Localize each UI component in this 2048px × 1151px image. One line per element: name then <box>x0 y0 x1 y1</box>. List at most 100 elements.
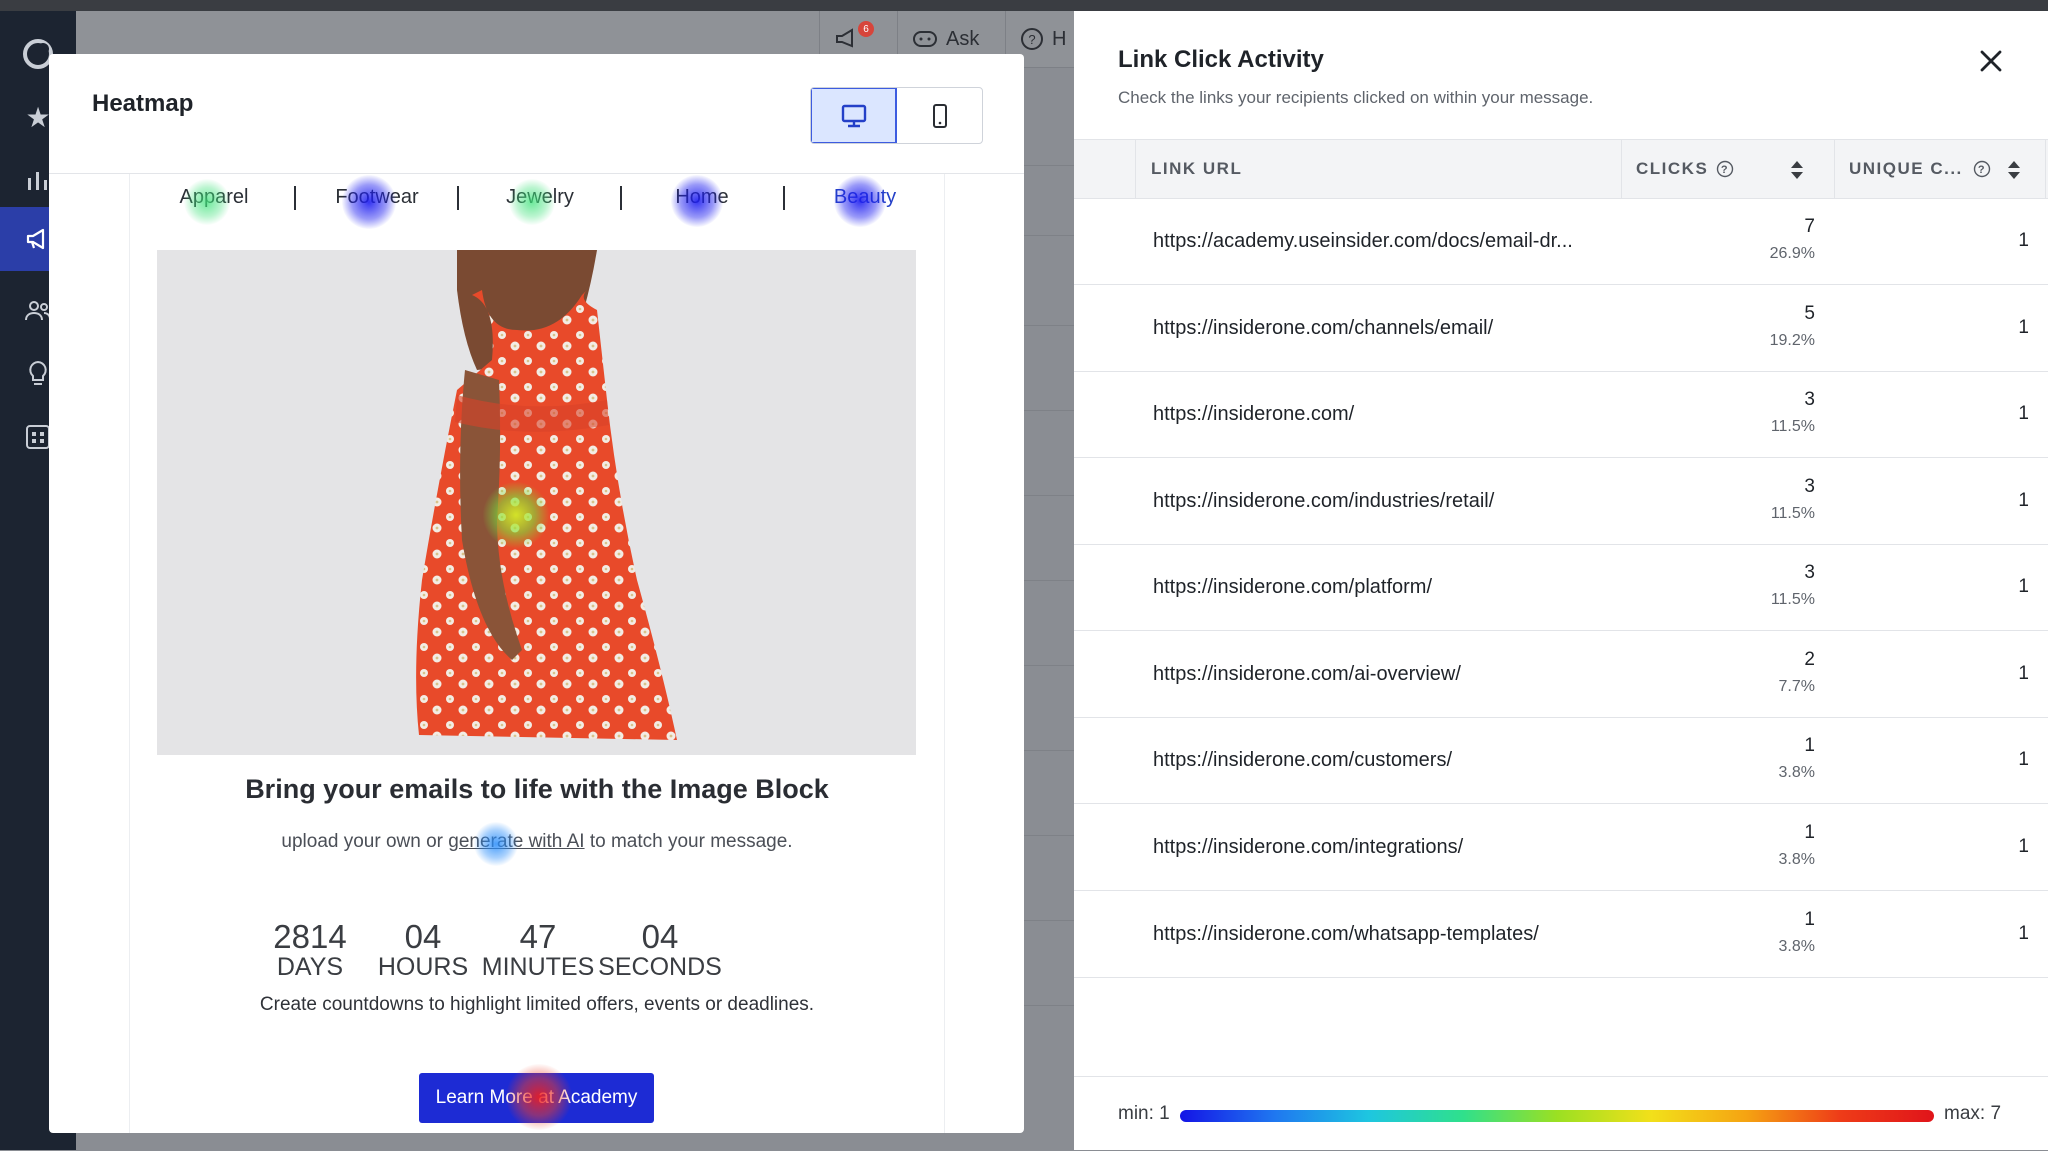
clicks-percent: 3.8% <box>1778 764 1815 781</box>
nav-link-home[interactable]: Home <box>621 186 783 209</box>
nav-link-apparel[interactable]: Apparel <box>133 186 295 209</box>
clicks-value: 7 <box>1804 216 1815 237</box>
unique-clicks: 1 <box>2018 403 2029 424</box>
sort-icon[interactable] <box>2007 160 2021 180</box>
table-row[interactable]: https://insiderone.com/whatsapp-template… <box>1074 891 2048 978</box>
column-unique-clicks[interactable]: UNIQUE C... ? <box>1849 140 1991 198</box>
clicks-value: 3 <box>1804 562 1815 583</box>
clicks-value: 1 <box>1804 735 1815 756</box>
clicks-percent: 19.2% <box>1769 332 1815 349</box>
background-row-divider <box>1022 920 1074 921</box>
clicks-percent: 3.8% <box>1778 851 1815 868</box>
table-row[interactable]: https://insiderone.com/ai-overview/ 2 7.7… <box>1074 631 2048 718</box>
help-label: H <box>1052 27 1067 50</box>
heatmap-title: Heatmap <box>92 90 194 117</box>
drawer-title: Link Click Activity <box>1118 46 1324 73</box>
subline-text-after: to match your message. <box>584 831 793 852</box>
desktop-icon <box>841 104 866 127</box>
countdown-value: 04 <box>404 918 442 955</box>
link-url[interactable]: https://insiderone.com/channels/email/ <box>1153 285 1493 371</box>
table-row[interactable]: https://insiderone.com/ 3 11.5% 1 <box>1074 371 2048 458</box>
click-count: 2 7.7% <box>1674 649 1815 697</box>
link-url[interactable]: https://insiderone.com/whatsapp-template… <box>1153 891 1539 977</box>
clicks-percent: 11.5% <box>1770 591 1815 608</box>
unique-clicks: 1 <box>2018 576 2029 597</box>
countdown-days: 2814 DAYS <box>250 920 370 981</box>
link-url[interactable]: https://insiderone.com/ai-overview/ <box>1153 631 1461 717</box>
unique-clicks: 1 <box>2018 663 2029 684</box>
legend-max-label: max: 7 <box>1944 1103 2002 1124</box>
table-row[interactable]: https://insiderone.com/industries/retail… <box>1074 458 2048 545</box>
close-button[interactable] <box>1974 44 2008 78</box>
mobile-icon <box>932 103 947 128</box>
clicks-value: 1 <box>1804 909 1815 930</box>
click-count: 1 3.8% <box>1674 822 1815 870</box>
subline-text-before: upload your own or <box>281 831 449 852</box>
email-subline: upload your own or generate with AI to m… <box>130 831 944 853</box>
table-row[interactable]: https://insiderone.com/customers/ 1 3.8% … <box>1074 717 2048 804</box>
link-url[interactable]: https://insiderone.com/ <box>1153 371 1354 457</box>
table-row[interactable]: https://insiderone.com/channels/email/ 5… <box>1074 285 2048 372</box>
clicks-percent: 26.9% <box>1769 245 1815 262</box>
unique-clicks: 1 <box>2018 230 2029 251</box>
column-link-url[interactable]: LINK URL <box>1151 140 1242 198</box>
background-row-divider <box>1022 410 1074 411</box>
link-url[interactable]: https://insiderone.com/customers/ <box>1153 717 1452 803</box>
help-icon: ? <box>1021 28 1043 50</box>
drawer-subtitle: Check the links your recipients clicked … <box>1118 88 1594 107</box>
megaphone-icon <box>836 28 853 48</box>
table-row[interactable]: https://academy.useinsider.com/docs/emai… <box>1074 198 2048 285</box>
email-headline: Bring your emails to life with the Image… <box>245 774 829 804</box>
chat-icon <box>913 31 937 47</box>
background-row-divider <box>1022 580 1074 581</box>
countdown-seconds: 04 SECONDS <box>590 920 730 981</box>
clicks-value: 2 <box>1804 649 1815 670</box>
countdown-minutes: 47 MINUTES <box>468 918 608 981</box>
generate-ai-link[interactable]: generate with AI <box>448 831 584 852</box>
unique-clicks: 1 <box>2018 490 2029 511</box>
heatmap-modal: Heatmap Apparel Footwear Jewelry Home Be… <box>49 54 1024 1133</box>
info-icon[interactable]: ? <box>1716 160 1734 178</box>
table-row[interactable]: https://insiderone.com/integrations/ 1 3.… <box>1074 804 2048 891</box>
nav-link-jewelry[interactable]: Jewelry <box>459 186 621 209</box>
click-count: 7 26.9% <box>1674 216 1815 264</box>
clicks-percent: 3.8% <box>1778 938 1815 955</box>
column-divider <box>1135 140 1136 198</box>
dress-photo <box>157 250 916 755</box>
table-header: LINK URL CLICKS ? UNIQUE C... ? <box>1074 139 2048 199</box>
link-url[interactable]: https://academy.useinsider.com/docs/emai… <box>1153 198 1573 284</box>
info-icon[interactable]: ? <box>1973 160 1991 178</box>
column-unique-label: UNIQUE C... <box>1849 159 1963 178</box>
background-row-divider <box>1022 235 1074 236</box>
unique-clicks: 1 <box>2018 836 2029 857</box>
background-row-divider <box>1022 495 1074 496</box>
clicks-percent: 7.7% <box>1778 678 1815 695</box>
countdown-label: HOURS <box>377 953 469 981</box>
clicks-value: 5 <box>1804 303 1815 324</box>
clicks-value: 3 <box>1804 476 1815 497</box>
column-clicks[interactable]: CLICKS ? <box>1636 140 1734 198</box>
close-icon <box>1980 50 2002 72</box>
product-image[interactable] <box>157 250 916 755</box>
column-divider <box>2045 140 2046 198</box>
click-count: 1 3.8% <box>1674 735 1815 783</box>
countdown-hours: 04 HOURS <box>363 918 483 981</box>
clicks-value: 1 <box>1804 822 1815 843</box>
desktop-view-button[interactable] <box>811 88 897 143</box>
heatmap-header: Heatmap <box>49 54 1024 174</box>
device-view-toggle <box>810 87 983 144</box>
sort-icon[interactable] <box>1790 160 1804 180</box>
learn-more-button[interactable]: Learn More at Academy <box>419 1073 654 1123</box>
link-url[interactable]: https://insiderone.com/integrations/ <box>1153 804 1463 890</box>
click-count: 3 11.5% <box>1674 476 1815 524</box>
window-top-strip <box>0 0 2048 11</box>
email-nav: Apparel Footwear Jewelry Home Beauty <box>130 174 944 234</box>
nav-link-footwear[interactable]: Footwear <box>296 186 458 209</box>
countdown-value: 47 <box>519 918 557 955</box>
mobile-view-button[interactable] <box>897 88 982 143</box>
table-row[interactable]: https://insiderone.com/platform/ 3 11.5% … <box>1074 544 2048 631</box>
nav-link-beauty[interactable]: Beauty <box>784 186 946 209</box>
link-url[interactable]: https://insiderone.com/platform/ <box>1153 544 1432 630</box>
svg-text:?: ? <box>1978 164 1986 176</box>
link-url[interactable]: https://insiderone.com/industries/retail… <box>1153 458 1494 544</box>
